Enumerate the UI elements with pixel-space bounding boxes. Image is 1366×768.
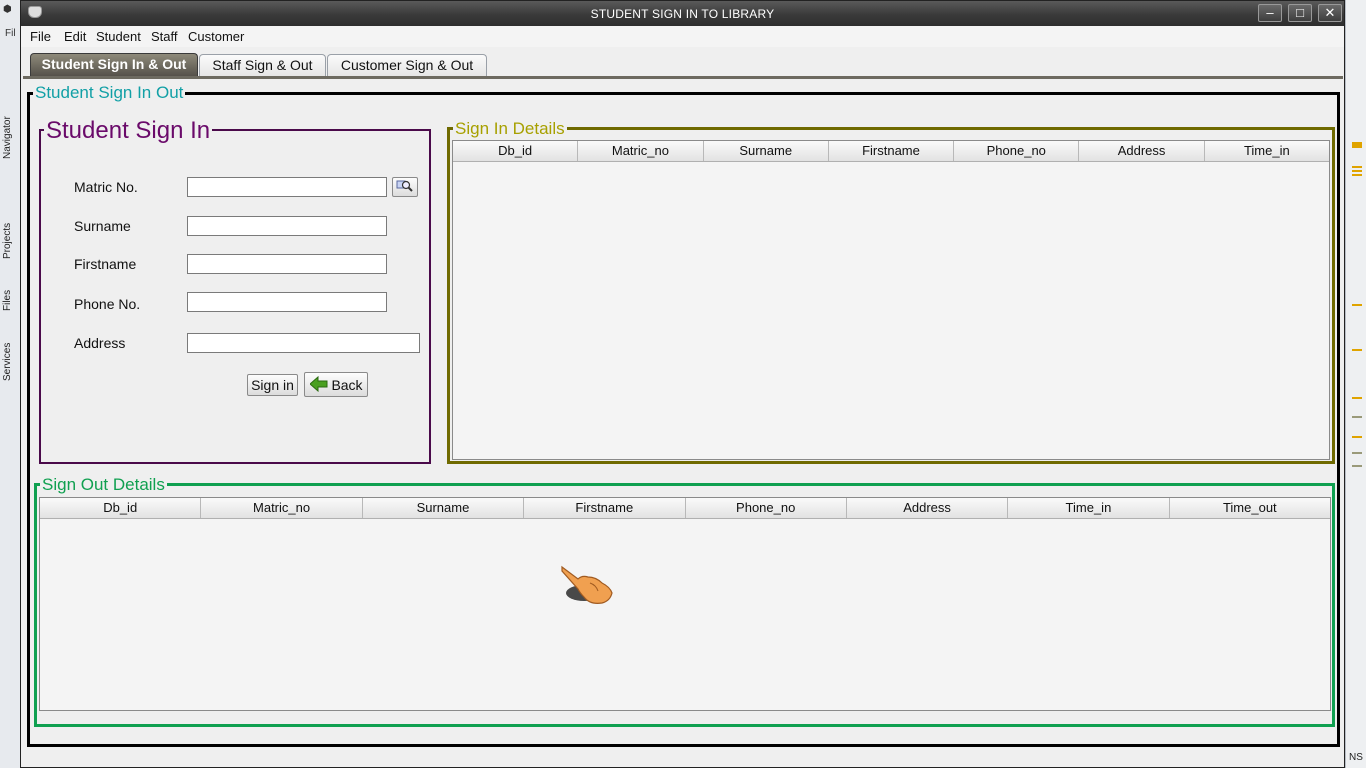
phone-no-input[interactable] bbox=[187, 292, 387, 312]
firstname-label: Firstname bbox=[74, 256, 137, 272]
ide-marker bbox=[1352, 397, 1362, 399]
tab-divider bbox=[23, 76, 1343, 79]
hand-cursor-icon bbox=[561, 565, 613, 604]
menu-staff[interactable]: Staff bbox=[151, 29, 178, 44]
tab-student-sign-in-out[interactable]: Student Sign In & Out bbox=[30, 53, 198, 76]
back-button[interactable]: Back bbox=[304, 372, 368, 397]
column-header-firstname[interactable]: Firstname bbox=[524, 498, 686, 518]
ide-file-menu-fragment[interactable]: Fil bbox=[5, 28, 16, 39]
sign-in-form-title: Student Sign In bbox=[44, 117, 213, 145]
column-header-db-id[interactable]: Db_id bbox=[453, 141, 579, 161]
search-icon bbox=[396, 180, 413, 192]
ide-marker bbox=[1352, 142, 1362, 148]
maximize-icon: □ bbox=[1296, 5, 1304, 20]
sign-out-details-table[interactable]: Db_id Matric_no Surname Firstname Phone_… bbox=[39, 497, 1331, 711]
panel-title: Student Sign In Out bbox=[33, 83, 186, 103]
ide-left-sidebar: ⬢ Fil Navigator Projects Files Services bbox=[0, 0, 22, 768]
column-header-time-in[interactable]: Time_in bbox=[1008, 498, 1170, 518]
column-header-firstname[interactable]: Firstname bbox=[829, 141, 955, 161]
column-header-phone-no[interactable]: Phone_no bbox=[954, 141, 1080, 161]
ide-marker bbox=[1352, 349, 1362, 351]
surname-label: Surname bbox=[74, 218, 131, 234]
column-header-time-out[interactable]: Time_out bbox=[1170, 498, 1330, 518]
ide-marker bbox=[1352, 174, 1362, 176]
column-header-address[interactable]: Address bbox=[847, 498, 1009, 518]
sign-in-details-panel: Sign In Details Db_id Matric_no Surname … bbox=[447, 119, 1335, 464]
app-window: STUDENT SIGN IN TO LIBRARY – □ ✕ File Ed… bbox=[20, 0, 1345, 768]
column-header-address[interactable]: Address bbox=[1079, 141, 1205, 161]
sign-out-details-panel: Sign Out Details Db_id Matric_no Surname… bbox=[34, 475, 1335, 727]
ide-tab-services[interactable]: Services bbox=[2, 340, 20, 384]
menu-edit[interactable]: Edit bbox=[64, 29, 86, 44]
phone-no-label: Phone No. bbox=[74, 296, 141, 312]
matric-no-input[interactable] bbox=[187, 177, 387, 197]
ide-marker bbox=[1352, 452, 1362, 454]
column-header-phone-no[interactable]: Phone_no bbox=[686, 498, 847, 518]
sign-out-details-title: Sign Out Details bbox=[40, 475, 167, 495]
close-icon: ✕ bbox=[1324, 5, 1336, 20]
matric-no-label: Matric No. bbox=[74, 179, 138, 195]
ide-logo-icon: ⬢ bbox=[3, 4, 12, 15]
address-label: Address bbox=[74, 335, 126, 351]
column-header-surname[interactable]: Surname bbox=[704, 141, 829, 161]
sign-in-details-title: Sign In Details bbox=[453, 119, 567, 139]
window-title: STUDENT SIGN IN TO LIBRARY bbox=[590, 7, 775, 21]
ide-marker bbox=[1352, 170, 1362, 172]
back-arrow-icon bbox=[310, 376, 328, 392]
tab-customer-sign-out[interactable]: Customer Sign & Out bbox=[327, 54, 487, 76]
menu-student[interactable]: Student bbox=[96, 29, 141, 44]
ide-marker bbox=[1352, 416, 1362, 418]
firstname-input[interactable] bbox=[187, 254, 387, 274]
tab-staff-sign-out[interactable]: Staff Sign & Out bbox=[199, 54, 326, 76]
ide-marker bbox=[1352, 304, 1362, 306]
ide-marker bbox=[1352, 465, 1362, 467]
table-header: Db_id Matric_no Surname Firstname Phone_… bbox=[453, 141, 1329, 162]
title-bar[interactable]: STUDENT SIGN IN TO LIBRARY – □ ✕ bbox=[21, 1, 1344, 26]
menu-bar: File Edit Student Staff Customer bbox=[21, 26, 1344, 47]
minimize-button[interactable]: – bbox=[1258, 4, 1282, 22]
ide-tab-projects[interactable]: Projects bbox=[2, 218, 20, 263]
sign-in-details-table[interactable]: Db_id Matric_no Surname Firstname Phone_… bbox=[452, 140, 1330, 460]
column-header-time-in[interactable]: Time_in bbox=[1205, 141, 1329, 161]
column-header-db-id[interactable]: Db_id bbox=[40, 498, 202, 518]
back-button-label: Back bbox=[331, 376, 363, 393]
menu-customer[interactable]: Customer bbox=[188, 29, 244, 44]
ide-marker bbox=[1352, 436, 1362, 438]
ide-right-margin bbox=[1345, 0, 1366, 768]
ide-tab-navigator[interactable]: Navigator bbox=[2, 108, 20, 168]
close-button[interactable]: ✕ bbox=[1318, 4, 1342, 22]
menu-file[interactable]: File bbox=[30, 29, 51, 44]
table-header: Db_id Matric_no Surname Firstname Phone_… bbox=[40, 498, 1330, 519]
column-header-matric-no[interactable]: Matric_no bbox=[201, 498, 363, 518]
minimize-icon: – bbox=[1266, 5, 1274, 20]
search-button[interactable] bbox=[392, 177, 418, 197]
column-header-surname[interactable]: Surname bbox=[363, 498, 525, 518]
column-header-matric-no[interactable]: Matric_no bbox=[578, 141, 704, 161]
sign-in-button[interactable]: Sign in bbox=[247, 374, 298, 396]
address-input[interactable] bbox=[187, 333, 420, 353]
ide-tab-files[interactable]: Files bbox=[2, 288, 20, 312]
maximize-button[interactable]: □ bbox=[1288, 4, 1312, 22]
student-sign-in-form: Student Sign In Matric No. Surname First… bbox=[39, 117, 431, 464]
surname-input[interactable] bbox=[187, 216, 387, 236]
ide-status-fragment: NS bbox=[1349, 752, 1363, 763]
ide-marker bbox=[1352, 166, 1362, 168]
